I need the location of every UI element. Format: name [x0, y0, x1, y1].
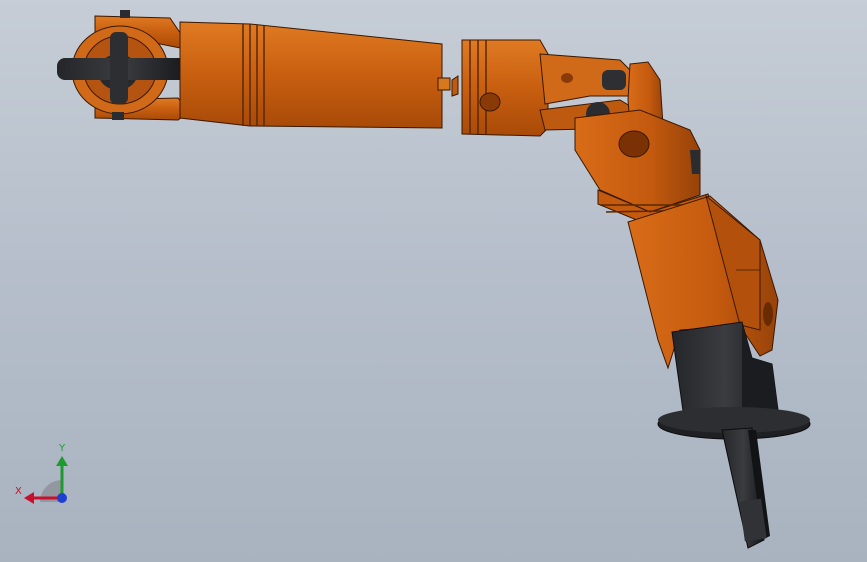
y-axis-label: Y: [59, 443, 66, 454]
robot-arm-model[interactable]: [0, 0, 867, 562]
upper-arm-tube[interactable]: [179, 21, 451, 129]
motor-and-end-effector[interactable]: [657, 321, 811, 549]
graphics-viewport[interactable]: X Y: [0, 0, 867, 562]
triad-axes: [24, 456, 68, 504]
coordinate-triad: X Y: [12, 440, 82, 510]
left-universal-joint[interactable]: [57, 10, 191, 121]
x-axis-label: X: [15, 486, 22, 497]
